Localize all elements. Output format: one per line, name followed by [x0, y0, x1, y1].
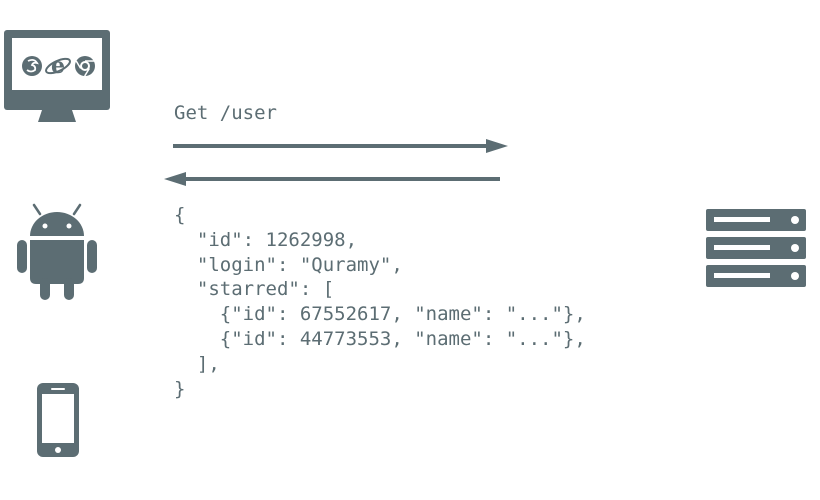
json-line: ],: [174, 352, 220, 375]
request-arrow: [173, 139, 508, 153]
json-line: }: [174, 377, 186, 400]
response-arrow: [164, 172, 500, 186]
json-line: {"id": 44773553, "name": "..."},: [174, 327, 586, 350]
svg-text:e: e: [51, 53, 65, 79]
json-line: {"id": 67552617, "name": "..."},: [174, 303, 586, 326]
json-line: {: [174, 204, 186, 226]
android-icon: [17, 203, 97, 300]
json-line: "starred": [: [174, 278, 335, 301]
response-json: { "id": 1262998, "login": "Quramy", "sta…: [174, 203, 586, 401]
desktop-browser-icon: e: [4, 30, 110, 122]
request-label: Get /user: [174, 102, 277, 124]
chrome-logo-icon: [75, 56, 95, 77]
json-line: "login": "Quramy",: [174, 253, 403, 276]
firefox-logo-icon: [22, 56, 42, 76]
json-line: "id": 1262998,: [174, 228, 358, 251]
smartphone-icon: [37, 383, 79, 457]
server-icon: [706, 209, 806, 287]
